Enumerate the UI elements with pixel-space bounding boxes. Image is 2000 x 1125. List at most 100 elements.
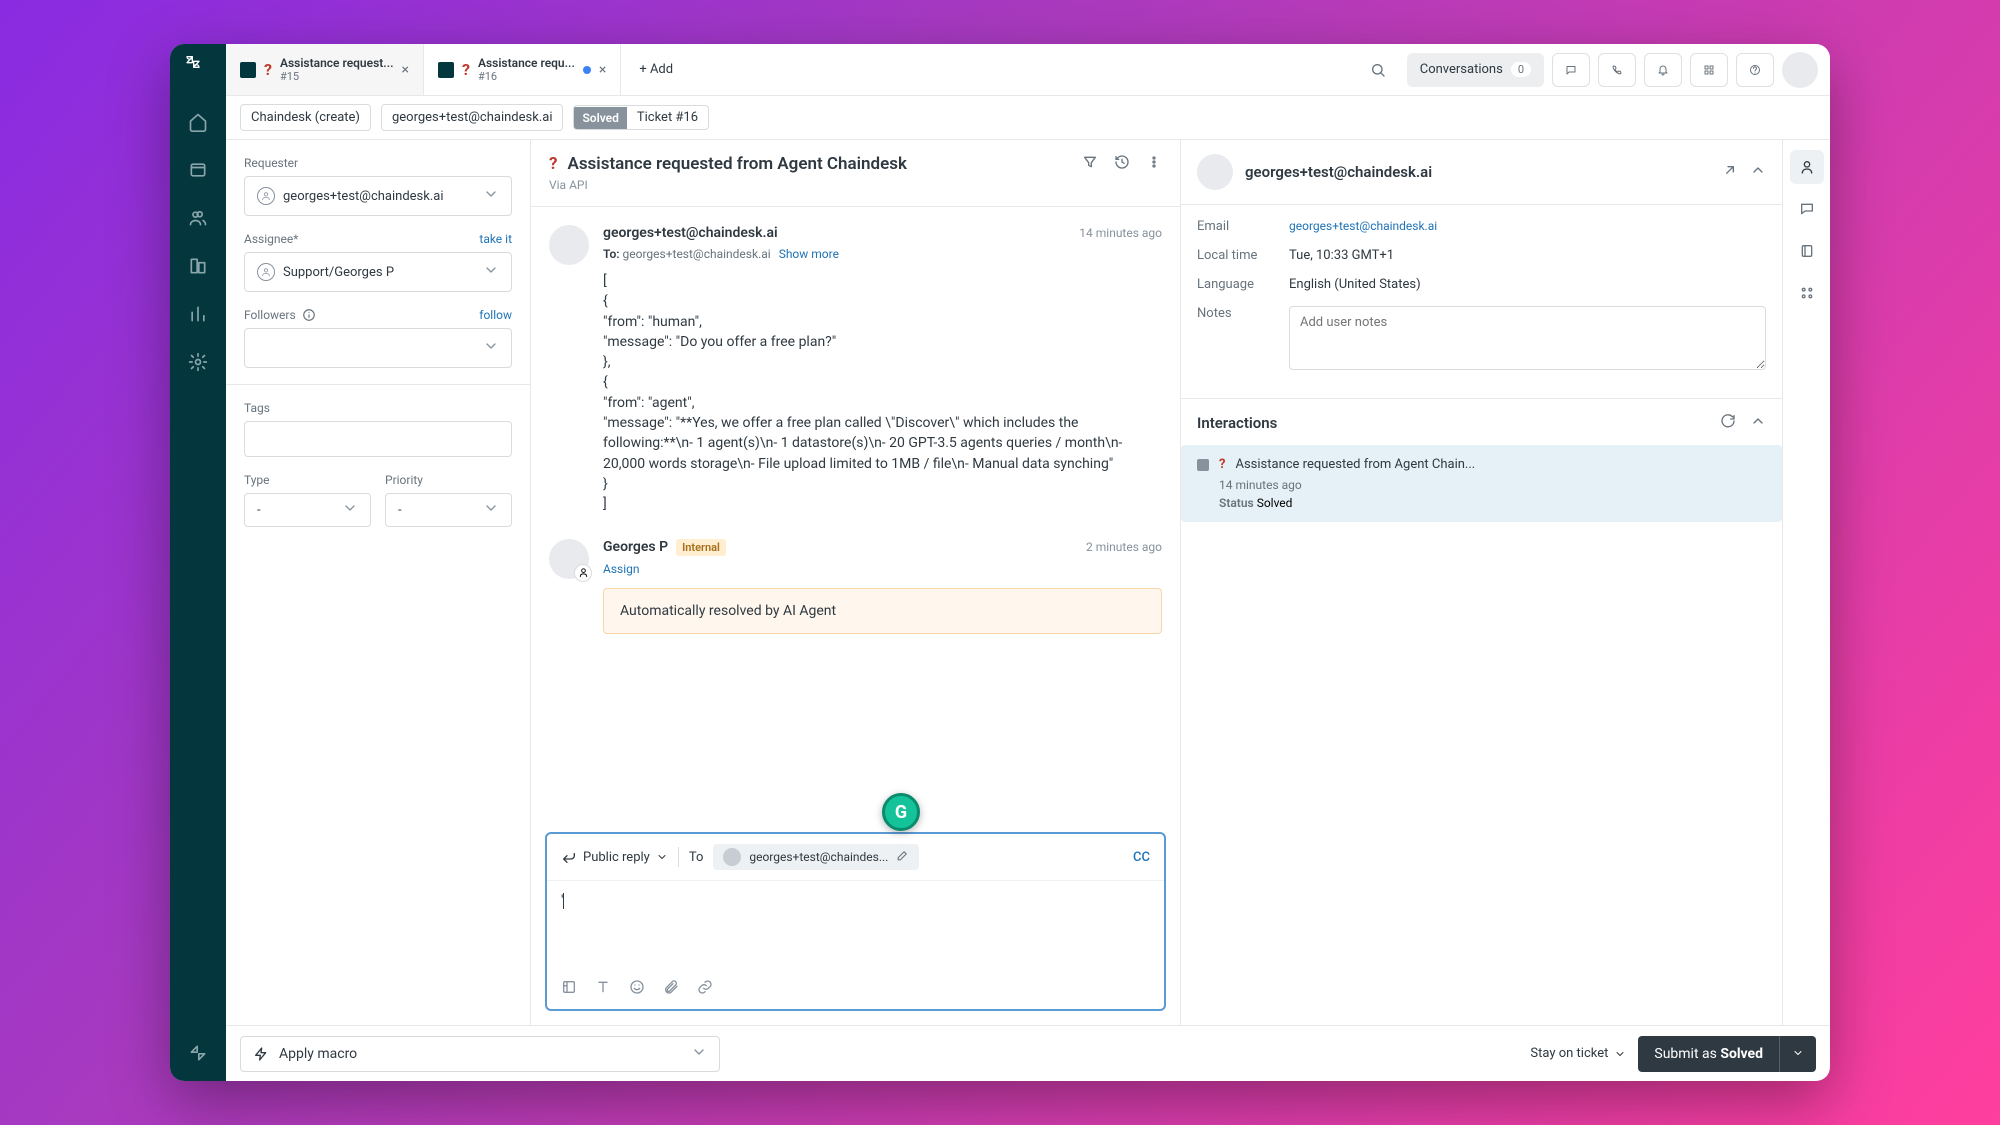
cc-button[interactable]: CC	[1133, 850, 1150, 865]
submit-dropdown[interactable]	[1780, 1044, 1816, 1063]
email-value[interactable]: georges+test@chaindesk.ai	[1289, 219, 1766, 234]
emoji-icon[interactable]	[629, 979, 645, 999]
unsaved-dot-icon	[583, 66, 591, 74]
ticket-title: ?Assistance requested from Agent Chainde…	[549, 154, 907, 174]
customer-name: georges+test@chaindesk.ai	[1245, 163, 1710, 181]
assignee-label: Assignee*	[244, 232, 298, 246]
language-label: Language	[1197, 277, 1289, 292]
avatar	[723, 848, 741, 866]
tab-ticket-15[interactable]: ? Assistance request...#15 ×	[226, 44, 424, 95]
message-author: georges+test@chaindesk.ai	[603, 225, 778, 241]
breadcrumb: Chaindesk (create) georges+test@chaindes…	[226, 96, 1830, 140]
phone-icon[interactable]	[1598, 53, 1636, 87]
user-avatar[interactable]	[1782, 52, 1818, 88]
message-time: 14 minutes ago	[1079, 226, 1162, 240]
agent-badge-icon	[574, 564, 592, 582]
zendesk-products-icon[interactable]	[178, 1033, 218, 1073]
history-icon[interactable]	[1114, 154, 1130, 174]
channel-label: Via API	[549, 178, 907, 192]
chat-tab[interactable]	[1790, 192, 1824, 226]
text-format-icon[interactable]	[595, 979, 611, 999]
type-select[interactable]: -	[244, 493, 371, 527]
reporting-icon[interactable]	[178, 294, 218, 334]
knowledge-tab[interactable]	[1790, 234, 1824, 268]
message-body: [ { "from": "human", "message": "Do you …	[603, 271, 1162, 515]
edit-icon[interactable]	[896, 849, 909, 865]
priority-select[interactable]: -	[385, 493, 512, 527]
topbar: ? Assistance request...#15 × ? Assistanc…	[226, 44, 1830, 96]
interaction-item[interactable]: ?Assistance requested from Agent Chain..…	[1181, 445, 1782, 522]
views-icon[interactable]	[178, 150, 218, 190]
filter-icon[interactable]	[1082, 154, 1098, 174]
grammarly-icon[interactable]: G	[882, 793, 920, 831]
apps-icon[interactable]	[1690, 53, 1728, 87]
status-square-icon	[1197, 459, 1209, 471]
ticket-status-pill: Solved Ticket #16	[573, 105, 709, 130]
attachment-icon[interactable]	[663, 979, 679, 999]
message-time: 2 minutes ago	[1086, 540, 1162, 554]
tab-ticket-16[interactable]: ? Assistance requ...#16 ×	[424, 44, 621, 95]
conversation-panel: ?Assistance requested from Agent Chainde…	[531, 140, 1181, 1025]
help-icon[interactable]	[1736, 53, 1774, 87]
recipient-chip[interactable]: georges+test@chaindes...	[713, 844, 919, 870]
message-internal: Georges PInternal2 minutes ago Assign Au…	[549, 539, 1162, 634]
open-icon[interactable]	[1722, 162, 1738, 182]
question-icon: ?	[1219, 457, 1225, 472]
notes-textarea[interactable]	[1289, 306, 1766, 370]
user-tab[interactable]	[1790, 150, 1824, 184]
priority-label: Priority	[385, 473, 512, 487]
email-label: Email	[1197, 219, 1289, 234]
add-tab-button[interactable]: + Add	[621, 62, 691, 77]
requester-crumb[interactable]: georges+test@chaindesk.ai	[381, 104, 564, 131]
search-button[interactable]	[1357, 53, 1399, 87]
tab-favicon	[438, 62, 454, 78]
ticket-properties-panel: Requester georges+test@chaindesk.ai Assi…	[226, 140, 531, 1025]
home-icon[interactable]	[178, 102, 218, 142]
customer-header: georges+test@chaindesk.ai	[1181, 140, 1782, 205]
collapse-icon[interactable]	[1750, 413, 1766, 433]
tags-input[interactable]	[244, 421, 512, 457]
apply-macro-select[interactable]: Apply macro	[240, 1036, 720, 1072]
language-value: English (United States)	[1289, 277, 1766, 292]
interaction-time: 14 minutes ago	[1219, 478, 1766, 492]
assign-link[interactable]: Assign	[603, 562, 1162, 576]
collapse-icon[interactable]	[1750, 162, 1766, 182]
apps-tab[interactable]	[1790, 276, 1824, 310]
requester-label: Requester	[244, 156, 512, 170]
avatar	[1197, 154, 1233, 190]
knowledge-icon[interactable]	[561, 979, 577, 999]
refresh-icon[interactable]	[1720, 413, 1736, 433]
message-author: Georges P	[603, 539, 668, 555]
ticket-id: Ticket #16	[627, 106, 708, 129]
submit-button[interactable]: Submit as Solved	[1638, 1036, 1816, 1072]
conversations-button[interactable]: Conversations0	[1407, 53, 1544, 87]
question-icon: ?	[549, 154, 557, 174]
message: georges+test@chaindesk.ai14 minutes ago …	[549, 225, 1162, 515]
internal-note: Automatically resolved by AI Agent	[603, 588, 1162, 634]
assignee-select[interactable]: Support/Georges P	[244, 252, 512, 292]
footer: Apply macro Stay on ticket Submit as Sol…	[226, 1025, 1830, 1081]
admin-icon[interactable]	[178, 342, 218, 382]
interaction-status: Status Solved	[1219, 496, 1766, 510]
close-icon[interactable]: ×	[599, 62, 606, 78]
reply-type-select[interactable]: Public reply	[561, 849, 668, 865]
question-icon: ?	[264, 60, 272, 79]
requester-select[interactable]: georges+test@chaindesk.ai	[244, 176, 512, 216]
close-icon[interactable]: ×	[402, 62, 409, 78]
customers-icon[interactable]	[178, 198, 218, 238]
take-it-link[interactable]: take it	[479, 232, 512, 246]
reply-textarea[interactable]: '	[547, 881, 1164, 969]
to-line: To: georges+test@chaindesk.aiShow more	[603, 247, 1162, 261]
context-tabs	[1782, 140, 1830, 1025]
type-label: Type	[244, 473, 371, 487]
followers-select[interactable]	[244, 328, 512, 368]
chat-icon[interactable]	[1552, 53, 1590, 87]
show-more-link[interactable]: Show more	[779, 247, 839, 261]
stay-on-ticket-select[interactable]: Stay on ticket	[1530, 1046, 1626, 1061]
organizations-icon[interactable]	[178, 246, 218, 286]
more-icon[interactable]	[1146, 154, 1162, 174]
link-icon[interactable]	[697, 979, 713, 999]
org-crumb[interactable]: Chaindesk (create)	[240, 104, 371, 131]
follow-link[interactable]: follow	[479, 308, 512, 322]
notifications-icon[interactable]	[1644, 53, 1682, 87]
